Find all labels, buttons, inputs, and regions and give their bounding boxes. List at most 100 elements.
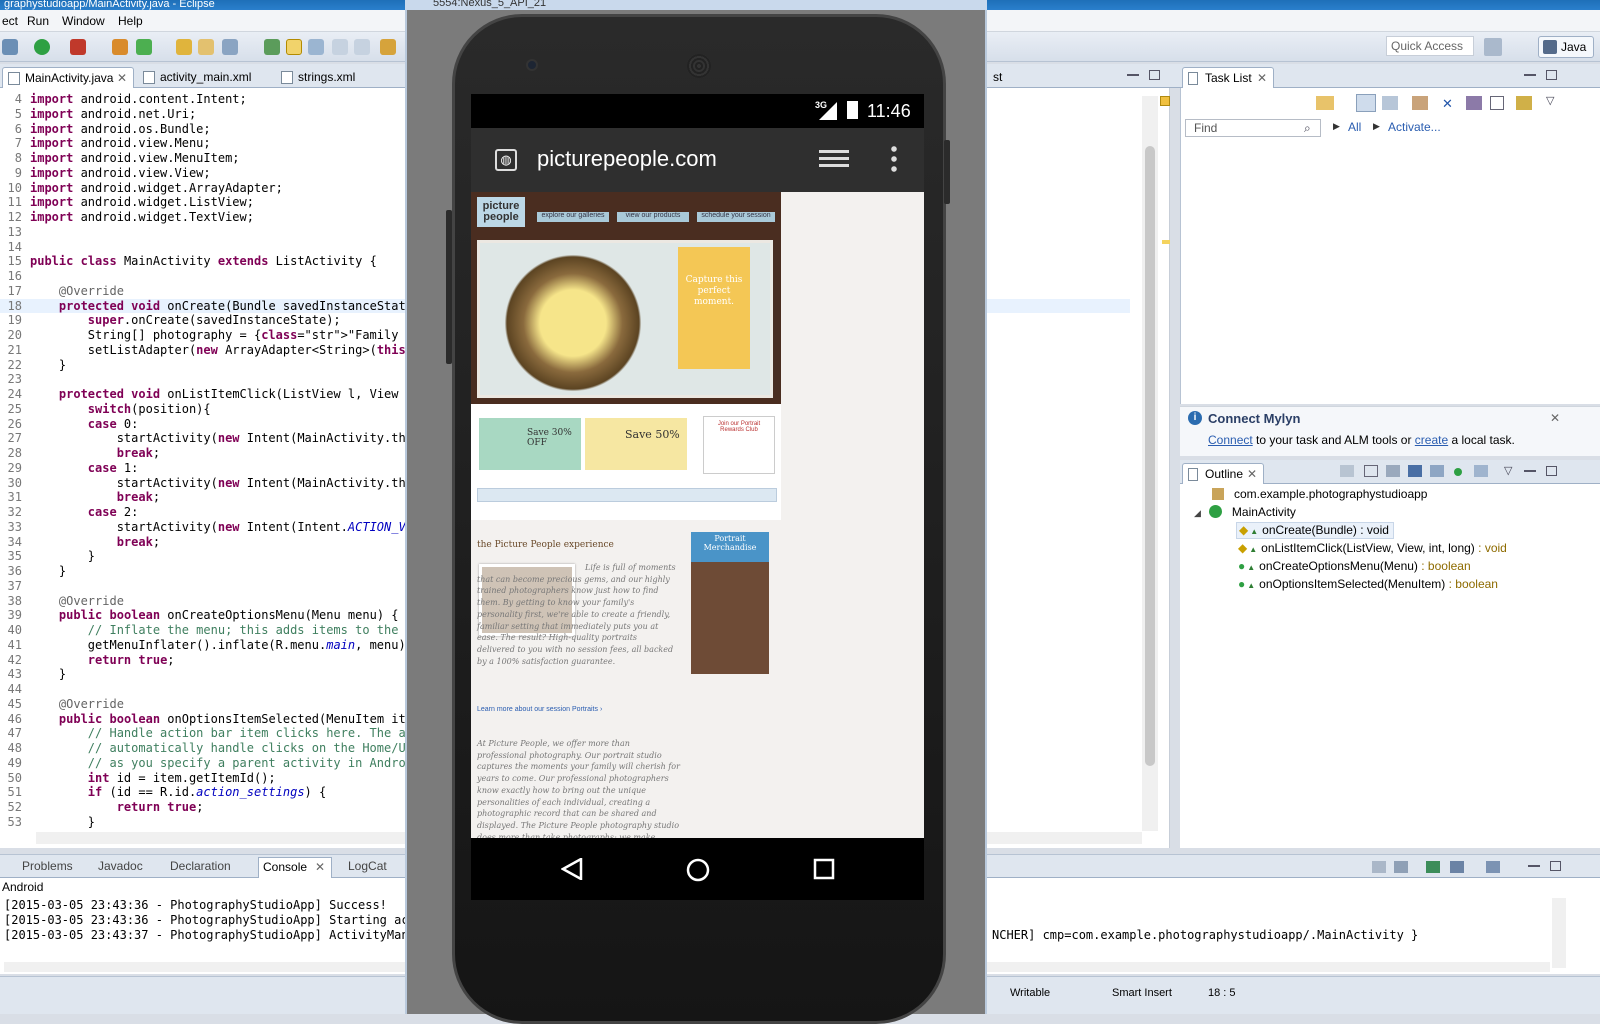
create-link[interactable]: create — [1415, 433, 1448, 447]
maximize-icon[interactable] — [1149, 70, 1160, 80]
debug-icon[interactable] — [2, 39, 18, 55]
tab-outline[interactable]: Outline ✕ — [1182, 463, 1264, 484]
menu-run[interactable]: Run — [27, 14, 49, 28]
minimize-icon[interactable] — [1524, 74, 1536, 76]
merchandise-ad[interactable]: Portrait Merchandise — [691, 532, 769, 674]
scrollbar-thumb[interactable] — [1145, 146, 1155, 766]
overview-marker[interactable] — [1162, 240, 1170, 244]
view-menu-icon[interactable]: ▽ — [1546, 94, 1554, 107]
sort-icon[interactable] — [1386, 465, 1400, 477]
maximize-icon[interactable] — [1546, 466, 1557, 476]
categorized-icon[interactable] — [1356, 94, 1376, 112]
outline-class[interactable]: ◢ MainActivity — [1194, 504, 1296, 521]
block-selection-icon[interactable] — [332, 39, 348, 55]
close-icon[interactable]: ✕ — [1257, 71, 1267, 85]
outline-method-2[interactable]: ● ▲ onCreateOptionsMenu(Menu) : boolean — [1236, 558, 1471, 575]
close-icon[interactable]: ✕ — [315, 860, 325, 874]
hide-fields-icon[interactable] — [1408, 465, 1422, 477]
scheduled-icon[interactable] — [1382, 96, 1398, 110]
hide-non-public-icon[interactable] — [1454, 468, 1462, 476]
minimize-icon[interactable] — [1528, 865, 1540, 867]
tab-logcat[interactable]: LogCat — [348, 859, 387, 873]
quick-access-input[interactable]: Quick Access — [1386, 36, 1474, 56]
java-perspective-button[interactable]: Java — [1538, 36, 1594, 58]
learn-more-link[interactable]: Learn more about our session Portraits › — [477, 706, 602, 713]
site-logo[interactable]: picture people — [477, 197, 525, 227]
maximize-icon[interactable] — [1546, 70, 1557, 80]
activate-link[interactable]: Activate... — [1388, 120, 1441, 134]
tab-console[interactable]: Console ✕ — [258, 857, 333, 878]
close-icon[interactable]: ✕ — [1247, 467, 1257, 481]
promo-50-off[interactable]: Save 50% — [585, 418, 687, 470]
mark-occurrences-icon[interactable] — [286, 39, 302, 55]
tab-task-list[interactable]: Task List ✕ — [1182, 67, 1274, 88]
new-task-icon[interactable] — [1316, 96, 1334, 110]
hidden-tab-label[interactable]: st — [993, 70, 1002, 84]
sync-icon[interactable] — [1516, 96, 1532, 110]
outline-method-1[interactable]: ◆ ▲ onListItemClick(ListView, View, int, l… — [1236, 540, 1507, 557]
overflow-menu-icon[interactable] — [891, 144, 897, 174]
new-package-icon[interactable] — [112, 39, 128, 55]
open-perspective-icon[interactable] — [1484, 38, 1502, 56]
toggle-breadcrumb-icon[interactable] — [308, 39, 324, 55]
hide-static-icon[interactable] — [1430, 465, 1444, 477]
menu-window[interactable]: Window — [62, 14, 105, 28]
external-tools-icon[interactable] — [70, 39, 86, 55]
new-class-icon[interactable] — [136, 39, 152, 55]
hide-icon[interactable] — [1490, 96, 1504, 110]
phone-screen[interactable]: 3G 11:46 ◍ picturepeople.com picture peop… — [471, 94, 924, 900]
nav-galleries[interactable]: explore our galleries — [537, 212, 609, 222]
close-icon[interactable]: ✕ — [117, 71, 127, 85]
site-info-icon[interactable]: ◍ — [495, 149, 517, 171]
outline-package[interactable]: com.example.photographystudioapp — [1212, 486, 1427, 503]
tab-main-activity[interactable]: MainActivity.java ✕ — [2, 67, 134, 88]
collapse-all-icon[interactable] — [1364, 465, 1378, 477]
rewards-club[interactable]: Join our Portrait Rewards Club — [703, 416, 775, 474]
run-icon[interactable] — [34, 39, 50, 55]
nav-schedule[interactable]: schedule your session — [697, 212, 775, 222]
filter-completed-icon[interactable]: ✕ — [1442, 96, 1456, 111]
promo-30-off[interactable]: Save 30% OFF — [479, 418, 581, 470]
clear-console-icon[interactable] — [1372, 861, 1386, 873]
console-vertical-scrollbar[interactable] — [1552, 898, 1566, 968]
show-whitespace-icon[interactable] — [354, 39, 370, 55]
newsletter-signup[interactable] — [477, 488, 777, 502]
open-type-icon[interactable] — [176, 39, 192, 55]
minimize-icon[interactable] — [1127, 74, 1139, 76]
recents-icon[interactable] — [813, 858, 835, 880]
tab-javadoc[interactable]: Javadoc — [98, 859, 143, 873]
view-menu-icon[interactable]: ▽ — [1504, 464, 1512, 477]
menu-project[interactable]: ect — [2, 14, 18, 28]
nav-products[interactable]: view our products — [617, 212, 689, 222]
focus-icon[interactable] — [1412, 96, 1428, 110]
open-console-icon[interactable] — [1486, 861, 1500, 873]
outline-method-0[interactable]: ◆ ▲ onCreate(Bundle) : void — [1236, 522, 1394, 539]
hide-local-types-icon[interactable] — [1474, 465, 1488, 477]
tab-declaration[interactable]: Declaration — [170, 859, 231, 873]
warning-overview-icon[interactable] — [1160, 96, 1170, 106]
tabs-switcher-icon[interactable] — [819, 150, 849, 170]
minimize-icon[interactable] — [1524, 470, 1536, 472]
connect-link[interactable]: Connect — [1208, 433, 1253, 447]
home-icon[interactable] — [686, 858, 710, 882]
close-icon[interactable]: ✕ — [1550, 411, 1560, 425]
tab-problems[interactable]: Problems — [22, 859, 73, 873]
url-bar[interactable]: picturepeople.com — [537, 146, 717, 172]
maximize-icon[interactable] — [1550, 861, 1561, 871]
tab-activity-main-xml[interactable]: activity_main.xml — [138, 67, 274, 88]
scroll-lock-icon[interactable] — [1394, 861, 1408, 873]
expand-icon[interactable]: ◢ — [1194, 508, 1201, 518]
power-button[interactable] — [944, 140, 950, 204]
hero-photo[interactable]: Capture this perfect moment. — [477, 240, 773, 398]
search-icon[interactable] — [222, 39, 238, 55]
all-link[interactable]: All — [1348, 120, 1361, 134]
find-input[interactable]: Find — [1185, 119, 1321, 137]
tab-strings-xml[interactable]: strings.xml — [276, 67, 386, 88]
pin-console-icon[interactable] — [1426, 861, 1440, 873]
focus-active-task-icon[interactable] — [1340, 465, 1354, 477]
volume-button[interactable] — [446, 210, 452, 364]
display-console-icon[interactable] — [1450, 861, 1464, 873]
collapse-all-icon[interactable] — [1466, 96, 1482, 110]
next-annotation-icon[interactable] — [264, 39, 280, 55]
webpage[interactable]: picture people explore our galleries view… — [471, 192, 924, 838]
